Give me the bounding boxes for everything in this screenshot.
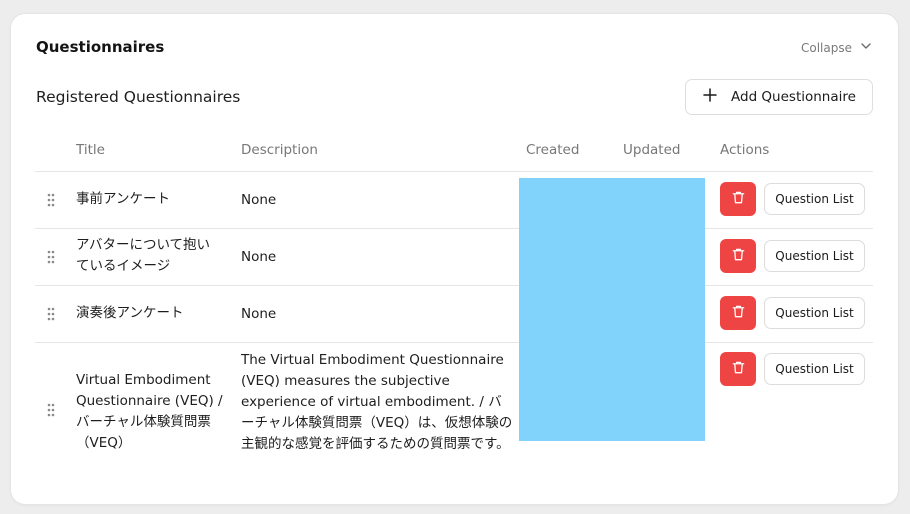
column-header-created: Created (526, 142, 580, 158)
question-list-button[interactable]: Question List (764, 297, 865, 329)
drag-handle-icon[interactable] (47, 193, 55, 207)
row-description: The Virtual Embodiment Questionnaire (VE… (241, 352, 513, 452)
question-list-button[interactable]: Question List (764, 353, 865, 385)
trash-icon (731, 190, 746, 209)
delete-button[interactable] (720, 182, 756, 216)
plus-icon (703, 88, 717, 106)
questionnaires-card: Questionnaires Collapse Registered Quest… (11, 14, 898, 504)
column-header-title: Title (76, 142, 105, 158)
table-row: 演奏後アンケート None Question List (35, 286, 873, 342)
drag-handle-icon[interactable] (47, 403, 55, 417)
collapse-toggle[interactable]: Collapse (801, 40, 872, 55)
table-row: Virtual Embodiment Questionnaire (VEQ) /… (35, 343, 873, 473)
row-title: 演奏後アンケート (76, 305, 184, 321)
chevron-down-icon (860, 40, 872, 55)
section-title: Registered Questionnaires (36, 88, 241, 106)
trash-icon (731, 247, 746, 266)
card-title: Questionnaires (36, 38, 165, 56)
row-description: None (241, 192, 277, 208)
row-description: None (241, 306, 277, 322)
delete-button[interactable] (720, 352, 756, 386)
collapse-label: Collapse (801, 40, 852, 55)
row-title: アバターについて抱いているイメージ (76, 237, 211, 274)
row-title: Virtual Embodiment Questionnaire (VEQ) /… (76, 372, 223, 451)
question-list-button[interactable]: Question List (764, 183, 865, 215)
drag-handle-icon[interactable] (47, 307, 55, 321)
delete-button[interactable] (720, 239, 756, 273)
row-title: 事前アンケート (76, 191, 170, 207)
column-header-updated: Updated (623, 142, 681, 158)
delete-button[interactable] (720, 296, 756, 330)
trash-icon (731, 304, 746, 323)
row-description: None (241, 249, 277, 265)
question-list-button[interactable]: Question List (764, 240, 865, 272)
trash-icon (731, 360, 746, 379)
table-row: アバターについて抱いているイメージ None Question List (35, 229, 873, 285)
add-button-label: Add Questionnaire (731, 89, 856, 105)
redacted-dates-block (519, 178, 705, 441)
drag-handle-icon[interactable] (47, 250, 55, 264)
table-row: 事前アンケート None Question List (35, 172, 873, 228)
add-questionnaire-button[interactable]: Add Questionnaire (685, 79, 873, 115)
column-header-actions: Actions (720, 142, 770, 158)
column-header-description: Description (241, 142, 318, 158)
